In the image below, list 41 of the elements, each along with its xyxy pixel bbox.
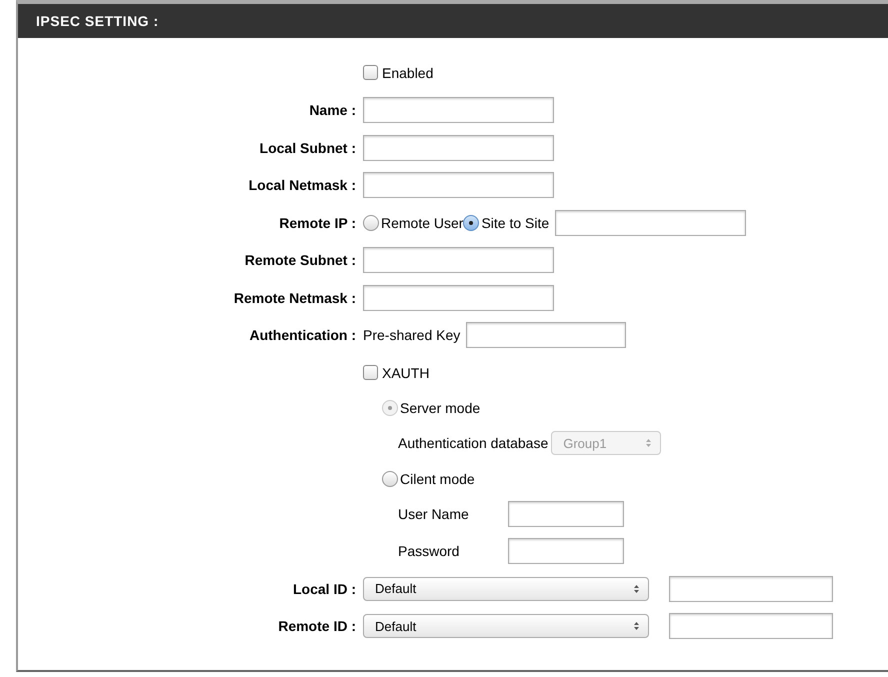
radio-label: Remote User	[381, 214, 464, 231]
radio-button[interactable]	[463, 214, 480, 231]
field-label: Remote Netmask :	[232, 290, 357, 306]
radio-label: Site to Site	[481, 214, 550, 231]
text-field[interactable]	[363, 247, 554, 274]
dropdown[interactable]: Default	[363, 576, 649, 601]
field-label: Authentication :	[248, 327, 357, 344]
checkbox[interactable]	[363, 365, 378, 380]
radio-button[interactable]	[363, 214, 379, 231]
text-field[interactable]	[466, 322, 626, 348]
text-field[interactable]	[669, 576, 833, 602]
text-field[interactable]	[508, 538, 624, 564]
field-label: User Name	[398, 506, 470, 522]
checkbox[interactable]	[363, 65, 378, 80]
key-label: Pre-shared Key	[363, 327, 460, 344]
field-label: Remote Subnet :	[244, 252, 357, 268]
text-field[interactable]	[669, 613, 833, 640]
radio-label: Cilent mode	[400, 470, 475, 486]
radio-label: Server mode	[400, 400, 480, 416]
field-label: Authentication database	[398, 435, 548, 452]
field-label: Local Netmask :	[248, 177, 357, 194]
field-label: Remote ID :	[277, 618, 357, 634]
field-label: Password	[398, 543, 460, 560]
field-label: Local Subnet :	[258, 140, 357, 156]
stepper-icon	[633, 621, 640, 632]
dropdown[interactable]: Default	[363, 614, 649, 638]
stepper-icon	[633, 584, 640, 594]
field-label: Local ID :	[292, 580, 357, 597]
text-field[interactable]	[363, 284, 554, 311]
text-field[interactable]	[363, 97, 554, 124]
text-field[interactable]	[508, 500, 624, 527]
stepper-icon	[645, 438, 652, 448]
field-label: Remote IP :	[278, 214, 357, 231]
text-field[interactable]	[555, 210, 746, 236]
field-label: Name :	[308, 102, 357, 118]
text-field[interactable]	[363, 172, 554, 198]
checkbox-label: XAUTH	[382, 364, 430, 381]
checkbox-label: Enabled	[382, 64, 434, 81]
radio-button[interactable]	[382, 470, 398, 486]
section-title: IPSEC SETTING :	[36, 13, 159, 29]
text-field[interactable]	[363, 134, 554, 161]
